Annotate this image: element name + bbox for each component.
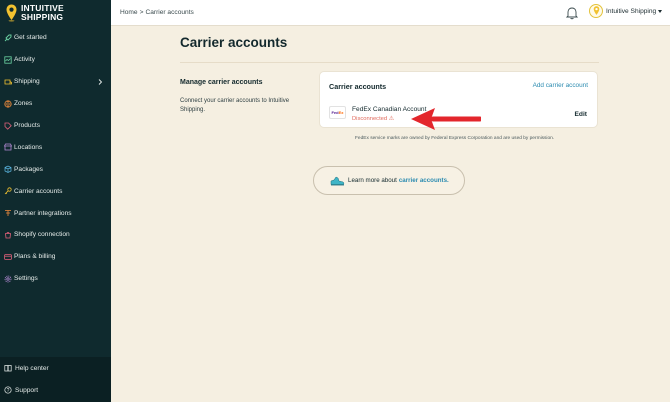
carrier-accounts-link[interactable]: carrier accounts. xyxy=(399,177,449,184)
activity-icon xyxy=(4,56,12,64)
box-icon xyxy=(4,165,12,174)
location-pin-icon xyxy=(593,6,599,15)
svg-text:?: ? xyxy=(7,388,10,394)
bell-icon[interactable] xyxy=(566,6,578,20)
avatar xyxy=(589,4,603,18)
sidebar-item-locations[interactable]: Locations xyxy=(0,136,111,158)
sidebar-item-label: Support xyxy=(15,386,39,394)
section-description: Connect your carrier accounts to Intuiti… xyxy=(180,98,290,113)
account-menu[interactable]: Intuitive Shipping xyxy=(589,4,663,18)
sidebar-item-activity[interactable]: Activity xyxy=(0,49,111,71)
red-arrow-annotation xyxy=(411,108,481,130)
book-icon xyxy=(4,364,12,372)
sidebar-item-label: Partner integrations xyxy=(14,209,72,217)
sidebar-item-label: Help center xyxy=(15,364,49,372)
sidebar-item-help-center[interactable]: Help center xyxy=(0,357,111,379)
sidebar-item-label: Locations xyxy=(14,143,43,151)
sidebar-item-label: Plans & billing xyxy=(14,253,56,261)
rocket-icon xyxy=(4,34,12,42)
shipping-icon xyxy=(4,78,12,86)
fedex-service-marks-note: FedEx service marks are owned by Federal… xyxy=(355,136,555,141)
divider xyxy=(180,62,599,63)
sidebar-item-label: Activity xyxy=(14,56,35,64)
sidebar-item-plans-billing[interactable]: Plans & billing xyxy=(0,246,111,268)
sidebar-item-label: Get started xyxy=(14,34,47,42)
sidebar-item-get-started[interactable]: Get started xyxy=(0,27,111,49)
breadcrumb: Home > Carrier accounts xyxy=(120,9,194,16)
learn-more-text: Learn more about carrier accounts. xyxy=(348,177,449,184)
sidebar-item-label: Shipping xyxy=(14,78,40,86)
help-icon: ? xyxy=(4,386,12,394)
sidebar-item-packages[interactable]: Packages xyxy=(0,158,111,180)
breadcrumb-current: Carrier accounts xyxy=(145,9,194,16)
top-bar: Home > Carrier accounts Intuitive Shippi… xyxy=(111,0,670,26)
breadcrumb-home[interactable]: Home xyxy=(120,9,138,16)
sidebar-item-label: Settings xyxy=(14,275,38,283)
plug-icon xyxy=(4,209,12,217)
breadcrumb-separator: > xyxy=(139,9,144,16)
sidebar-nav: Get started Activity Shipping Zones Prod… xyxy=(0,27,111,290)
sidebar-item-carrier-accounts[interactable]: Carrier accounts xyxy=(0,180,111,202)
card-icon xyxy=(4,253,12,261)
sidebar-item-label: Zones xyxy=(14,100,33,108)
learn-more-button[interactable]: Learn more about carrier accounts. xyxy=(313,166,465,195)
page-title: Carrier accounts xyxy=(180,35,288,50)
sidebar-item-zones[interactable]: Zones xyxy=(0,93,111,115)
sidebar-item-label: Carrier accounts xyxy=(14,187,63,195)
brand-name: INTUITIVE SHIPPING xyxy=(21,3,64,22)
sneaker-icon xyxy=(330,176,345,185)
sidebar-item-shipping[interactable]: Shipping xyxy=(0,71,111,93)
tag-icon xyxy=(4,122,12,130)
sidebar-item-products[interactable]: Products xyxy=(0,115,111,137)
chevron-right-icon xyxy=(98,78,103,85)
gear-icon xyxy=(4,275,12,283)
sidebar-item-shopify-connection[interactable]: Shopify connection xyxy=(0,224,111,246)
sidebar-item-settings[interactable]: Settings xyxy=(0,268,111,290)
warning-icon: ⚠ xyxy=(388,116,394,122)
brand-logo[interactable]: INTUITIVE SHIPPING xyxy=(6,4,64,22)
sidebar-item-label: Products xyxy=(14,122,41,129)
chevron-down-icon xyxy=(658,9,663,13)
globe-icon xyxy=(4,100,12,108)
account-status: Disconnected ⚠ xyxy=(352,116,394,122)
edit-button[interactable]: Edit xyxy=(575,111,587,118)
account-name: Intuitive Shipping xyxy=(606,7,657,15)
sidebar-item-partner-integrations[interactable]: Partner integrations xyxy=(0,202,111,224)
section-heading: Manage carrier accounts xyxy=(180,79,263,86)
sidebar-footer: Help center ? Support xyxy=(0,357,111,402)
card-title: Carrier accounts xyxy=(329,82,387,91)
sidebar-item-label: Packages xyxy=(14,165,43,173)
sidebar: INTUITIVE SHIPPING Get started Activity … xyxy=(0,0,111,402)
sidebar-item-label: Shopify connection xyxy=(14,231,70,239)
shopify-icon xyxy=(4,231,12,239)
fedex-logo: Fed Ex xyxy=(329,106,346,119)
store-icon xyxy=(4,143,12,151)
location-pin-icon xyxy=(6,4,17,22)
add-carrier-account-link[interactable]: Add carrier account xyxy=(533,82,588,89)
sidebar-item-support[interactable]: ? Support xyxy=(0,379,111,401)
key-icon xyxy=(4,187,12,195)
